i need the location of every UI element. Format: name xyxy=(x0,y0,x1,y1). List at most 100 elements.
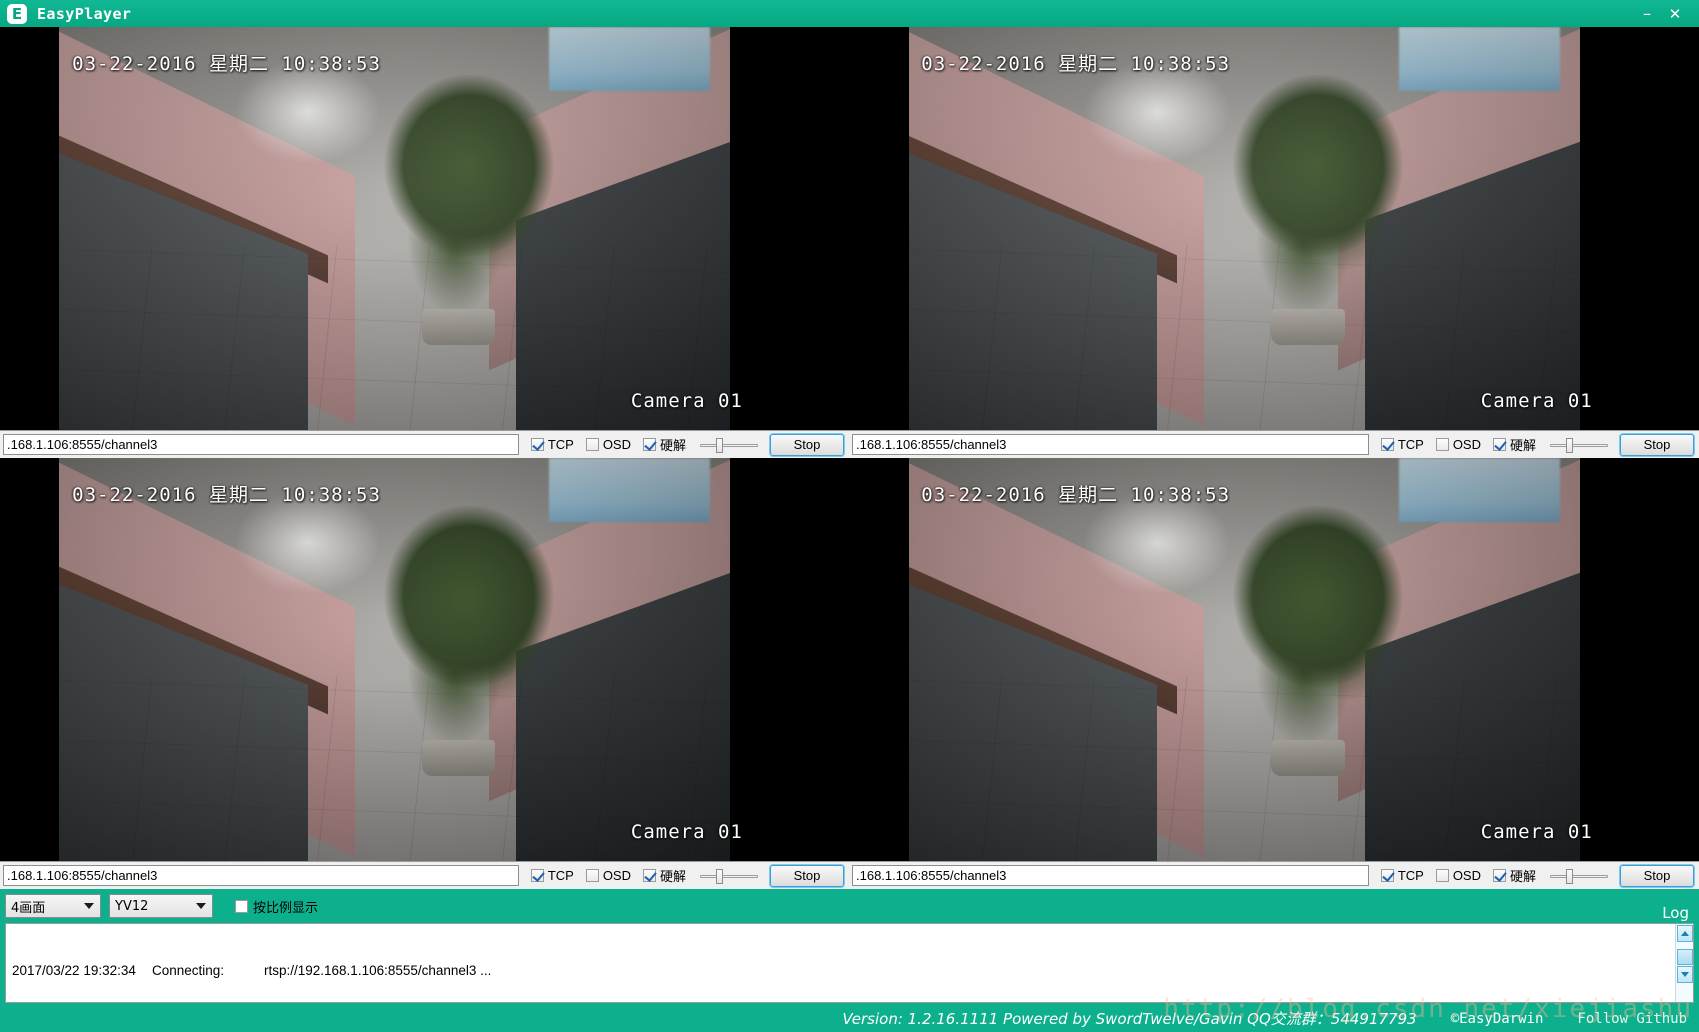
osd-label: OSD xyxy=(602,868,631,883)
chevron-up-icon[interactable] xyxy=(1677,925,1693,942)
camera-scene xyxy=(59,27,731,430)
log-text-area[interactable]: 2017/03/22 19:32:34 Connecting: rtsp://1… xyxy=(6,924,1675,1002)
video-picture xyxy=(908,458,1580,861)
slider-thumb[interactable] xyxy=(716,868,724,884)
tcp-checkbox[interactable]: TCP xyxy=(1380,868,1424,883)
log-panel[interactable]: 2017/03/22 19:32:34 Connecting: rtsp://1… xyxy=(5,923,1694,1003)
volume-slider[interactable] xyxy=(1550,866,1608,886)
tcp-label: TCP xyxy=(1397,868,1424,883)
osd-checkbox[interactable]: OSD xyxy=(1435,868,1481,883)
video-cell[interactable]: 03-22-2016 星期二 10:38:53 Camera 01 TCP OS… xyxy=(849,27,1699,458)
hardware-decode-checkbox[interactable]: 硬解 xyxy=(642,435,686,454)
osd-timestamp: 03-22-2016 星期二 10:38:53 xyxy=(72,53,381,75)
log-message: rtsp://192.168.1.106:8555/channel3 ... xyxy=(264,963,492,978)
osd-label: OSD xyxy=(1452,868,1481,883)
slider-track xyxy=(1550,443,1608,447)
version-text: Version: 1.2.16.1111 Powered by SwordTwe… xyxy=(842,1010,1417,1028)
chevron-down-icon[interactable] xyxy=(1677,966,1693,983)
scrollbar-thumb[interactable] xyxy=(1677,949,1693,965)
options-row: 4画面 YV12 按比例显示 Log xyxy=(0,889,1699,923)
hardware-decode-label: 硬解 xyxy=(1509,439,1536,454)
osd-camera-name: Camera 01 xyxy=(1480,390,1593,412)
tcp-label: TCP xyxy=(547,437,574,452)
log-scrollbar[interactable] xyxy=(1675,924,1693,1002)
tcp-checkbox[interactable]: TCP xyxy=(1380,437,1424,452)
volume-slider[interactable] xyxy=(1550,435,1608,455)
stream-url-input[interactable] xyxy=(3,434,519,455)
volume-slider[interactable] xyxy=(700,435,758,455)
panel-control-bar: TCP OSD 硬解 Stop xyxy=(849,430,1699,458)
log-section-label: Log xyxy=(1662,904,1689,922)
slider-track xyxy=(700,443,758,447)
video-surface[interactable]: 03-22-2016 星期二 10:38:53 Camera 01 xyxy=(0,27,849,430)
video-picture xyxy=(59,27,731,430)
pixel-format-select[interactable]: YV12 xyxy=(109,894,213,918)
tcp-label: TCP xyxy=(1397,437,1424,452)
checkbox-box-icon xyxy=(585,869,599,882)
easyplayer-e-logo-icon xyxy=(7,3,27,24)
hardware-decode-checkbox[interactable]: 硬解 xyxy=(1492,435,1536,454)
close-button[interactable]: ✕ xyxy=(1661,3,1689,25)
stream-url-input[interactable] xyxy=(3,865,519,886)
osd-label: OSD xyxy=(602,437,631,452)
osd-timestamp: 03-22-2016 星期二 10:38:53 xyxy=(921,53,1231,75)
osd-camera-name: Camera 01 xyxy=(630,821,743,843)
log-line: 2017/03/22 19:32:34 Connecting: rtsp://1… xyxy=(12,962,1675,979)
slider-thumb[interactable] xyxy=(1566,868,1574,884)
layout-select[interactable]: 4画面 xyxy=(5,894,101,918)
osd-label: OSD xyxy=(1452,437,1481,452)
volume-slider[interactable] xyxy=(700,866,758,886)
slider-thumb[interactable] xyxy=(716,437,724,453)
follow-github-link[interactable]: Follow Github xyxy=(1577,1011,1687,1027)
osd-checkbox[interactable]: OSD xyxy=(585,437,631,452)
video-surface[interactable]: 03-22-2016 星期二 10:38:53 Camera 01 xyxy=(849,458,1699,861)
camera-scene xyxy=(908,27,1580,430)
copyright-text: ©EasyDarwin xyxy=(1450,1010,1544,1027)
log-action: Connecting: xyxy=(152,963,225,978)
minimize-button[interactable]: – xyxy=(1633,3,1661,25)
osd-checkbox[interactable]: OSD xyxy=(1435,437,1481,452)
window-controls: – ✕ xyxy=(1633,3,1699,25)
checkbox-box-icon xyxy=(642,869,656,882)
stop-button[interactable]: Stop xyxy=(769,863,845,888)
panel-control-bar: TCP OSD 硬解 Stop xyxy=(0,430,849,458)
hardware-decode-label: 硬解 xyxy=(659,870,686,885)
chevron-down-icon xyxy=(84,903,94,909)
easyplayer-window: EasyPlayer – ✕ xyxy=(0,0,1699,1032)
checkbox-box-icon xyxy=(1492,438,1506,451)
osd-checkbox[interactable]: OSD xyxy=(585,868,631,883)
checkbox-box-icon xyxy=(1435,438,1449,451)
video-surface[interactable]: 03-22-2016 星期二 10:38:53 Camera 01 xyxy=(849,27,1699,430)
checkbox-box-icon xyxy=(1492,869,1506,882)
checkbox-box-icon xyxy=(1380,438,1394,451)
hardware-decode-checkbox[interactable]: 硬解 xyxy=(642,866,686,885)
video-picture xyxy=(59,458,731,861)
hardware-decode-checkbox[interactable]: 硬解 xyxy=(1492,866,1536,885)
tcp-checkbox[interactable]: TCP xyxy=(530,437,574,452)
panel-control-bar: TCP OSD 硬解 Stop xyxy=(0,861,849,889)
stop-button[interactable]: Stop xyxy=(1619,863,1695,888)
checkbox-box-icon xyxy=(585,438,599,451)
chevron-down-icon xyxy=(196,903,206,909)
osd-timestamp: 03-22-2016 星期二 10:38:53 xyxy=(921,484,1231,506)
stream-url-input[interactable] xyxy=(852,865,1369,886)
layout-select-value: 4画面 xyxy=(11,900,46,916)
slider-track xyxy=(1550,874,1608,878)
aspect-ratio-checkbox[interactable]: 按比例显示 xyxy=(235,897,318,916)
checkbox-box-icon xyxy=(530,869,544,882)
osd-camera-name: Camera 01 xyxy=(630,390,743,412)
slider-thumb[interactable] xyxy=(1566,437,1574,453)
checkbox-box-icon xyxy=(1435,869,1449,882)
video-cell[interactable]: 03-22-2016 星期二 10:38:53 Camera 01 TCP OS… xyxy=(849,458,1699,889)
app-title: EasyPlayer xyxy=(37,4,132,23)
stop-button[interactable]: Stop xyxy=(1619,432,1695,457)
stream-url-input[interactable] xyxy=(852,434,1369,455)
tcp-checkbox[interactable]: TCP xyxy=(530,868,574,883)
video-surface[interactable]: 03-22-2016 星期二 10:38:53 Camera 01 xyxy=(0,458,849,861)
hardware-decode-label: 硬解 xyxy=(1509,870,1536,885)
camera-scene xyxy=(59,458,731,861)
stop-button[interactable]: Stop xyxy=(769,432,845,457)
pixel-format-select-value: YV12 xyxy=(115,898,149,914)
video-cell[interactable]: 03-22-2016 星期二 10:38:53 Camera 01 TCP OS… xyxy=(0,27,849,458)
video-cell[interactable]: 03-22-2016 星期二 10:38:53 Camera 01 TCP OS… xyxy=(0,458,849,889)
